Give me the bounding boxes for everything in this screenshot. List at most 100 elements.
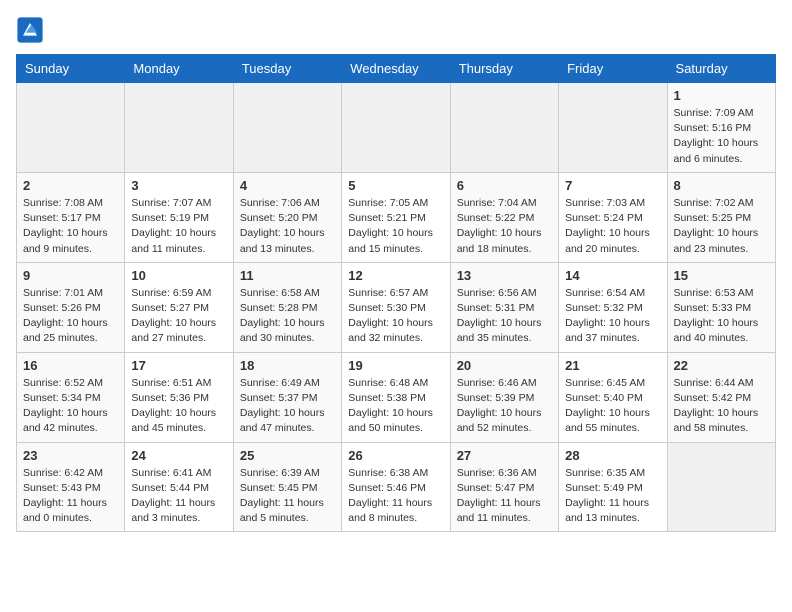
- calendar-day-cell: 12 Sunrise: 6:57 AM Sunset: 5:30 PM Dayli…: [342, 262, 450, 352]
- calendar-day-cell: 20 Sunrise: 6:46 AM Sunset: 5:39 PM Dayli…: [450, 352, 558, 442]
- calendar-day-cell: 23 Sunrise: 6:42 AM Sunset: 5:43 PM Dayli…: [17, 442, 125, 532]
- calendar-week-row: 1 Sunrise: 7:09 AM Sunset: 5:16 PM Daylig…: [17, 83, 776, 173]
- day-info: Sunrise: 7:06 AM Sunset: 5:20 PM Dayligh…: [240, 196, 335, 257]
- day-info: Sunrise: 6:36 AM Sunset: 5:47 PM Dayligh…: [457, 466, 552, 527]
- day-number: 26: [348, 448, 443, 463]
- day-number: 7: [565, 178, 660, 193]
- logo-icon: [16, 16, 44, 44]
- calendar-day-cell: 6 Sunrise: 7:04 AM Sunset: 5:22 PM Daylig…: [450, 172, 558, 262]
- calendar-day-cell: 8 Sunrise: 7:02 AM Sunset: 5:25 PM Daylig…: [667, 172, 775, 262]
- day-info: Sunrise: 6:46 AM Sunset: 5:39 PM Dayligh…: [457, 376, 552, 437]
- calendar-day-cell: 1 Sunrise: 7:09 AM Sunset: 5:16 PM Daylig…: [667, 83, 775, 173]
- day-info: Sunrise: 6:44 AM Sunset: 5:42 PM Dayligh…: [674, 376, 769, 437]
- day-number: 18: [240, 358, 335, 373]
- day-of-week-header: Friday: [559, 55, 667, 83]
- day-number: 10: [131, 268, 226, 283]
- day-number: 6: [457, 178, 552, 193]
- day-of-week-header: Tuesday: [233, 55, 341, 83]
- day-number: 24: [131, 448, 226, 463]
- day-info: Sunrise: 6:41 AM Sunset: 5:44 PM Dayligh…: [131, 466, 226, 527]
- day-info: Sunrise: 6:54 AM Sunset: 5:32 PM Dayligh…: [565, 286, 660, 347]
- day-number: 3: [131, 178, 226, 193]
- day-number: 21: [565, 358, 660, 373]
- calendar-day-cell: 26 Sunrise: 6:38 AM Sunset: 5:46 PM Dayli…: [342, 442, 450, 532]
- day-info: Sunrise: 7:07 AM Sunset: 5:19 PM Dayligh…: [131, 196, 226, 257]
- day-number: 9: [23, 268, 118, 283]
- calendar-day-cell: 2 Sunrise: 7:08 AM Sunset: 5:17 PM Daylig…: [17, 172, 125, 262]
- day-number: 20: [457, 358, 552, 373]
- day-info: Sunrise: 6:51 AM Sunset: 5:36 PM Dayligh…: [131, 376, 226, 437]
- day-info: Sunrise: 7:04 AM Sunset: 5:22 PM Dayligh…: [457, 196, 552, 257]
- day-info: Sunrise: 6:58 AM Sunset: 5:28 PM Dayligh…: [240, 286, 335, 347]
- day-number: 13: [457, 268, 552, 283]
- day-of-week-header: Saturday: [667, 55, 775, 83]
- day-info: Sunrise: 6:38 AM Sunset: 5:46 PM Dayligh…: [348, 466, 443, 527]
- calendar-day-cell: [233, 83, 341, 173]
- calendar-day-cell: 9 Sunrise: 7:01 AM Sunset: 5:26 PM Daylig…: [17, 262, 125, 352]
- day-number: 22: [674, 358, 769, 373]
- day-info: Sunrise: 7:02 AM Sunset: 5:25 PM Dayligh…: [674, 196, 769, 257]
- day-info: Sunrise: 6:59 AM Sunset: 5:27 PM Dayligh…: [131, 286, 226, 347]
- day-number: 2: [23, 178, 118, 193]
- calendar-day-cell: 27Sunrise: 6:36 AM Sunset: 5:47 PM Dayli…: [450, 442, 558, 532]
- day-info: Sunrise: 7:08 AM Sunset: 5:17 PM Dayligh…: [23, 196, 118, 257]
- day-number: 28: [565, 448, 660, 463]
- day-number: 8: [674, 178, 769, 193]
- calendar-week-row: 16Sunrise: 6:52 AM Sunset: 5:34 PM Dayli…: [17, 352, 776, 442]
- day-of-week-header: Sunday: [17, 55, 125, 83]
- day-info: Sunrise: 6:45 AM Sunset: 5:40 PM Dayligh…: [565, 376, 660, 437]
- calendar-day-cell: 24 Sunrise: 6:41 AM Sunset: 5:44 PM Dayli…: [125, 442, 233, 532]
- day-number: 19: [348, 358, 443, 373]
- calendar-header-row: SundayMondayTuesdayWednesdayThursdayFrid…: [17, 55, 776, 83]
- calendar-week-row: 2 Sunrise: 7:08 AM Sunset: 5:17 PM Daylig…: [17, 172, 776, 262]
- calendar-day-cell: 15 Sunrise: 6:53 AM Sunset: 5:33 PM Dayli…: [667, 262, 775, 352]
- calendar-day-cell: 11 Sunrise: 6:58 AM Sunset: 5:28 PM Dayli…: [233, 262, 341, 352]
- calendar-day-cell: 4 Sunrise: 7:06 AM Sunset: 5:20 PM Daylig…: [233, 172, 341, 262]
- calendar-day-cell: 10 Sunrise: 6:59 AM Sunset: 5:27 PM Dayli…: [125, 262, 233, 352]
- calendar-day-cell: 7 Sunrise: 7:03 AM Sunset: 5:24 PM Daylig…: [559, 172, 667, 262]
- calendar-table: SundayMondayTuesdayWednesdayThursdayFrid…: [16, 54, 776, 532]
- day-info: Sunrise: 6:53 AM Sunset: 5:33 PM Dayligh…: [674, 286, 769, 347]
- day-number: 17: [131, 358, 226, 373]
- day-number: 4: [240, 178, 335, 193]
- day-number: 25: [240, 448, 335, 463]
- day-info: Sunrise: 7:05 AM Sunset: 5:21 PM Dayligh…: [348, 196, 443, 257]
- calendar-day-cell: [667, 442, 775, 532]
- day-number: 23: [23, 448, 118, 463]
- calendar-day-cell: 16Sunrise: 6:52 AM Sunset: 5:34 PM Dayli…: [17, 352, 125, 442]
- calendar-day-cell: [17, 83, 125, 173]
- day-info: Sunrise: 7:03 AM Sunset: 5:24 PM Dayligh…: [565, 196, 660, 257]
- calendar-day-cell: [125, 83, 233, 173]
- day-info: Sunrise: 7:01 AM Sunset: 5:26 PM Dayligh…: [23, 286, 118, 347]
- calendar-day-cell: 19 Sunrise: 6:48 AM Sunset: 5:38 PM Dayli…: [342, 352, 450, 442]
- day-info: Sunrise: 7:09 AM Sunset: 5:16 PM Dayligh…: [674, 106, 769, 167]
- calendar-day-cell: 13 Sunrise: 6:56 AM Sunset: 5:31 PM Dayli…: [450, 262, 558, 352]
- calendar-day-cell: [450, 83, 558, 173]
- day-number: 1: [674, 88, 769, 103]
- day-number: 14: [565, 268, 660, 283]
- day-info: Sunrise: 6:49 AM Sunset: 5:37 PM Dayligh…: [240, 376, 335, 437]
- calendar-day-cell: 22 Sunrise: 6:44 AM Sunset: 5:42 PM Dayli…: [667, 352, 775, 442]
- day-info: Sunrise: 6:42 AM Sunset: 5:43 PM Dayligh…: [23, 466, 118, 527]
- calendar-day-cell: 18 Sunrise: 6:49 AM Sunset: 5:37 PM Dayli…: [233, 352, 341, 442]
- calendar-week-row: 9 Sunrise: 7:01 AM Sunset: 5:26 PM Daylig…: [17, 262, 776, 352]
- calendar-day-cell: 5 Sunrise: 7:05 AM Sunset: 5:21 PM Daylig…: [342, 172, 450, 262]
- page-header: [16, 16, 776, 44]
- calendar-day-cell: 17 Sunrise: 6:51 AM Sunset: 5:36 PM Dayli…: [125, 352, 233, 442]
- day-info: Sunrise: 6:48 AM Sunset: 5:38 PM Dayligh…: [348, 376, 443, 437]
- calendar-day-cell: 25Sunrise: 6:39 AM Sunset: 5:45 PM Dayli…: [233, 442, 341, 532]
- day-number: 11: [240, 268, 335, 283]
- calendar-day-cell: [342, 83, 450, 173]
- day-number: 12: [348, 268, 443, 283]
- calendar-week-row: 23 Sunrise: 6:42 AM Sunset: 5:43 PM Dayli…: [17, 442, 776, 532]
- calendar-day-cell: [559, 83, 667, 173]
- day-number: 5: [348, 178, 443, 193]
- day-info: Sunrise: 6:52 AM Sunset: 5:34 PM Dayligh…: [23, 376, 118, 437]
- day-info: Sunrise: 6:56 AM Sunset: 5:31 PM Dayligh…: [457, 286, 552, 347]
- day-info: Sunrise: 6:57 AM Sunset: 5:30 PM Dayligh…: [348, 286, 443, 347]
- logo: [16, 16, 48, 44]
- calendar-day-cell: 28Sunrise: 6:35 AM Sunset: 5:49 PM Dayli…: [559, 442, 667, 532]
- day-number: 15: [674, 268, 769, 283]
- day-of-week-header: Monday: [125, 55, 233, 83]
- calendar-day-cell: 3 Sunrise: 7:07 AM Sunset: 5:19 PM Daylig…: [125, 172, 233, 262]
